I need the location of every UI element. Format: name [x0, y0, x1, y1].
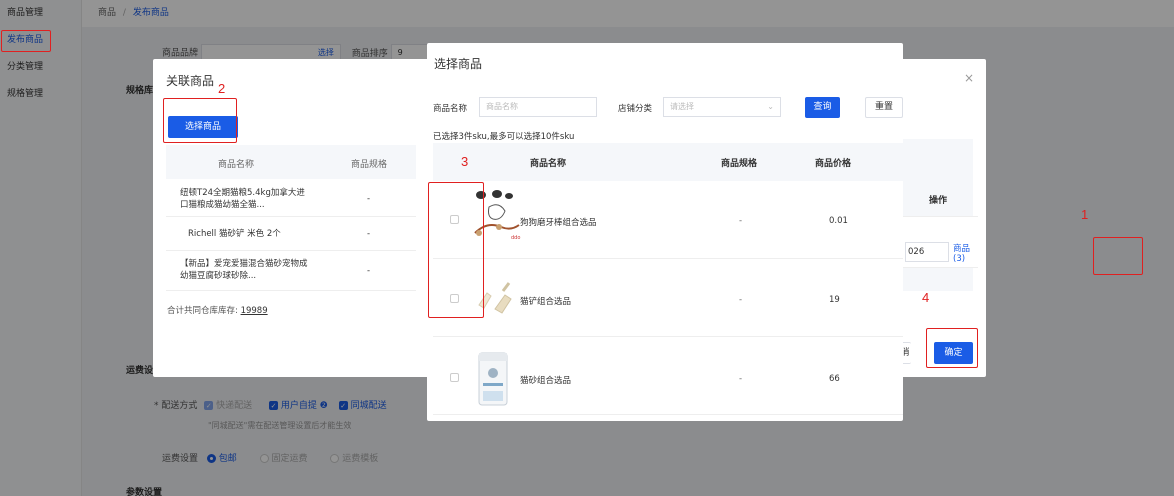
annotation-number-3: 3	[461, 154, 469, 169]
row-checkbox[interactable]	[450, 373, 459, 382]
annotation-number-1: 1	[1081, 207, 1089, 222]
col-name: 商品名称	[530, 159, 567, 169]
close-icon[interactable]: ×	[964, 71, 974, 85]
product-name: 猫铲组合选品	[520, 297, 572, 307]
ops-header-cell: 操作	[903, 169, 973, 206]
col-price: 商品价格	[815, 159, 852, 169]
table-row[interactable]: 猫铲组合选品 - 19	[433, 259, 903, 337]
svg-text:ddo: ddo	[511, 235, 520, 241]
annotation-box-confirm	[926, 328, 978, 368]
name-filter-input[interactable]: 商品名称	[479, 97, 597, 117]
table-row: 【新品】爱宠爱猫混合猫砂宠物成幼猫豆腐砂球砂除... -	[166, 251, 416, 291]
stock-summary: 合计共同仓库库存: 19989	[167, 304, 268, 316]
row-goods-name: 【新品】爱宠爱猫混合猫砂宠物成幼猫豆腐砂球砂除...	[180, 259, 308, 281]
select-goods-dialog: 选择商品 商品名称 商品名称 店铺分类 请选择 ⌄ 查询 重置 已选择3件sku…	[427, 43, 903, 421]
name-filter-label: 商品名称	[433, 104, 468, 114]
cat-litter-product-image	[478, 352, 508, 406]
table-row: Richell 猫砂铲 米色 2个 -	[166, 217, 416, 251]
table-row[interactable]: 猫砂组合选品 - 66	[433, 337, 903, 415]
stock-label: 合计共同仓库库存:	[167, 306, 238, 316]
product-spec: -	[739, 216, 743, 226]
product-spec: -	[739, 295, 743, 305]
annotation-box-select-goods	[163, 98, 237, 143]
product-price: 0.01	[829, 216, 848, 226]
annotation-number-2: 2	[218, 81, 226, 96]
annotation-box-goods-link	[1093, 237, 1143, 275]
annotation-number-4: 4	[922, 290, 930, 305]
category-select[interactable]: 请选择 ⌄	[663, 97, 781, 117]
row-goods-name: 纽顿T24全期猫粮5.4kg加拿大进口猫粮成猫幼猫全猫...	[180, 188, 305, 210]
related-table-header: 商品名称 商品规格	[166, 145, 416, 179]
ops-header: 操作	[929, 196, 948, 206]
selection-hint: 已选择3件sku,最多可以选择10件sku	[433, 132, 575, 142]
row-goods-name: Richell 猫砂铲 米色 2个	[188, 229, 281, 239]
row-goods-spec: -	[367, 229, 371, 239]
goods-table-header: 商品名称 商品规格 商品价格	[433, 143, 903, 181]
col-goods-name: 商品名称	[218, 160, 255, 170]
col-spec: 商品规格	[721, 159, 758, 169]
row-goods-spec: -	[367, 194, 371, 204]
col-goods-spec: 商品规格	[351, 160, 388, 170]
chevron-down-icon: ⌄	[767, 102, 774, 111]
table-row[interactable]: ddo 狗狗磨牙棒组合选品 - 0.01	[433, 181, 903, 259]
stock-value[interactable]: 19989	[241, 306, 268, 316]
query-button[interactable]: 查询	[805, 97, 840, 118]
row-goods-spec: -	[367, 266, 371, 276]
product-name: 猫砂组合选品	[520, 376, 572, 386]
annotation-box-sidebar	[1, 30, 51, 52]
product-name: 狗狗磨牙棒组合选品	[520, 218, 597, 228]
reset-button[interactable]: 重置	[865, 97, 903, 118]
row-value-input[interactable]: 026	[905, 242, 949, 262]
select-dialog-title: 选择商品	[434, 57, 483, 71]
goods-link[interactable]: 商品(3)	[953, 242, 978, 264]
category-filter-label: 店铺分类	[618, 104, 653, 114]
related-dialog-title: 关联商品	[166, 74, 215, 88]
product-price: 19	[829, 295, 840, 305]
product-price: 66	[829, 374, 840, 384]
ops-column-bg	[903, 139, 973, 291]
annotation-box-checkboxes	[428, 182, 484, 318]
category-select-value: 请选择	[670, 102, 694, 111]
product-spec: -	[739, 374, 743, 384]
table-row: 纽顿T24全期猫粮5.4kg加拿大进口猫粮成猫幼猫全猫... -	[166, 179, 416, 217]
